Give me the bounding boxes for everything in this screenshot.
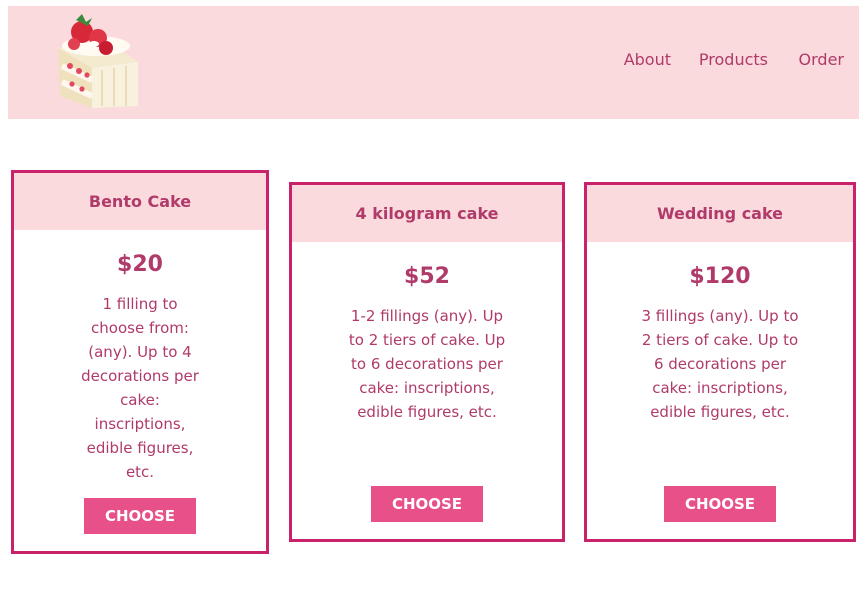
card-description: 1-2 fillings (any). Up to 2 tiers of cak… [348, 307, 506, 421]
choose-button[interactable]: CHOOSE [371, 486, 483, 522]
card-description: 1 filling to choose from: (any). Up to 4… [81, 295, 199, 481]
pricing-card-4kg: 4 kilogram cake $52 1-2 fillings (any). … [289, 182, 565, 542]
card-price: $52 [404, 264, 450, 289]
nav-link-products[interactable]: Products [699, 50, 768, 69]
pricing-card-bento: Bento Cake $20 1 filling to choose from:… [11, 170, 269, 554]
nav-link-about[interactable]: About [624, 50, 671, 69]
card-price: $20 [117, 252, 163, 277]
nav-link-order[interactable]: Order [799, 50, 844, 69]
strawberry-cake-slice-icon[interactable] [52, 10, 144, 110]
card-price: $120 [689, 264, 751, 289]
choose-button[interactable]: CHOOSE [84, 498, 196, 534]
card-description: 3 fillings (any). Up to 2 tiers of cake.… [641, 307, 799, 421]
site-header: About Products Order [8, 6, 859, 119]
choose-button[interactable]: CHOOSE [664, 486, 776, 522]
card-title: Bento Cake [14, 173, 266, 230]
card-title: 4 kilogram cake [292, 185, 562, 242]
pricing-card-wedding: Wedding cake $120 3 fillings (any). Up t… [584, 182, 856, 542]
card-title: Wedding cake [587, 185, 853, 242]
